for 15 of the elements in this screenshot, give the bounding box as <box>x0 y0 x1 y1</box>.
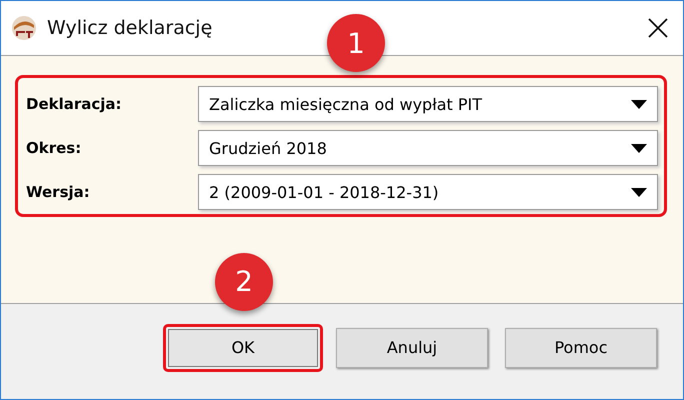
dropdown-arrow-icon[interactable] <box>631 188 647 196</box>
field-label: Wersja: <box>26 183 91 201</box>
field-label: Okres: <box>26 139 82 157</box>
window-title: Wylicz deklarację <box>47 17 214 39</box>
dropdown[interactable]: Zaliczka miesięczna od wypłat PIT <box>198 86 658 122</box>
dropdown-arrow-icon[interactable] <box>631 100 647 108</box>
close-icon[interactable] <box>647 17 669 39</box>
dialog-button[interactable]: Pomoc <box>505 328 657 368</box>
app-logo-icon <box>11 15 37 41</box>
dropdown-arrow-icon[interactable] <box>631 144 647 152</box>
field-label: Deklaracja: <box>26 95 123 113</box>
dialog-button[interactable]: Anuluj <box>336 328 488 368</box>
dialog-button[interactable]: OK <box>163 324 323 372</box>
dropdown[interactable]: Grudzień 2018 <box>198 130 658 166</box>
dropdown[interactable]: 2 (2009-01-01 - 2018-12-31) <box>198 174 658 210</box>
